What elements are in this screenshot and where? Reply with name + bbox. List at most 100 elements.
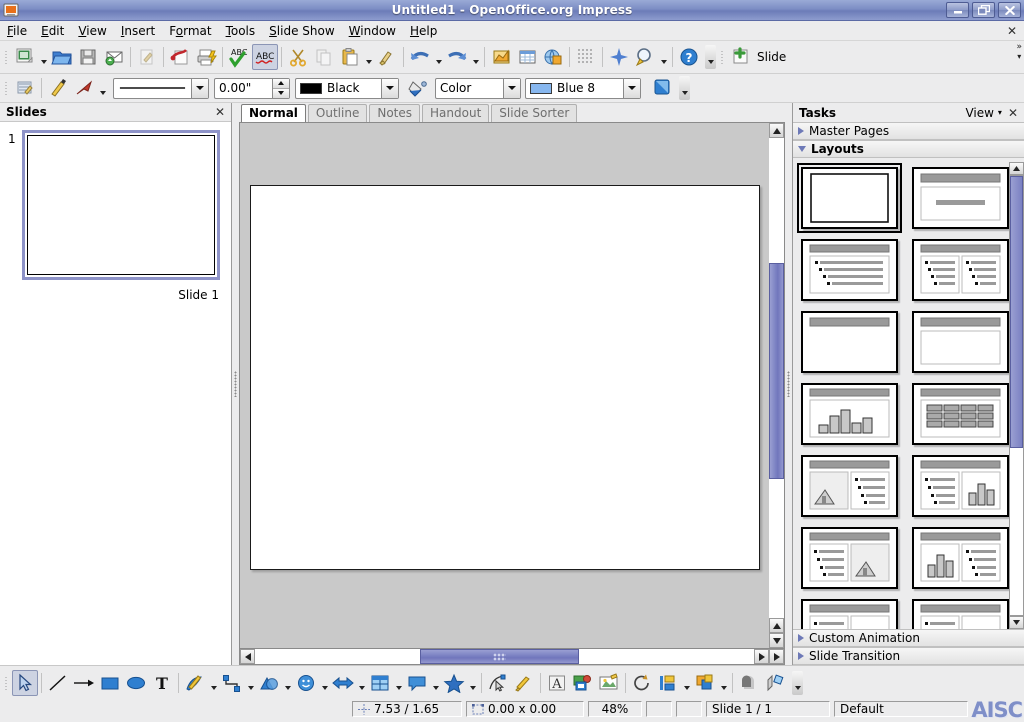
help-circle-icon[interactable]: ? xyxy=(676,44,702,70)
flowchart-icon[interactable] xyxy=(367,670,393,696)
horizontal-scroll-thumb[interactable] xyxy=(419,649,580,664)
pdf-icon[interactable] xyxy=(167,44,193,70)
menu-tools[interactable]: Tools xyxy=(219,22,263,40)
abc-check-icon[interactable]: ABC xyxy=(226,44,252,70)
toolbar-more-icon[interactable] xyxy=(705,45,716,69)
callouts-dropdown-icon[interactable] xyxy=(430,671,441,695)
slide-canvas[interactable] xyxy=(239,122,769,649)
slides-list[interactable]: 1 Slide 1 xyxy=(0,122,231,665)
align-dropdown-icon[interactable] xyxy=(681,671,692,695)
star-icon[interactable] xyxy=(441,670,467,696)
fill-style-dropdown-icon[interactable] xyxy=(503,78,520,98)
layout-title-content-clipart[interactable] xyxy=(801,527,898,589)
redo-dropdown-icon[interactable] xyxy=(470,45,481,69)
text-T-icon[interactable]: T xyxy=(149,670,175,696)
tab-outline[interactable]: Outline xyxy=(307,104,368,122)
line-width-spinner[interactable]: 0.00" xyxy=(214,77,290,99)
basic-shapes-icon[interactable] xyxy=(256,670,282,696)
abc-underline-icon[interactable]: ABC xyxy=(252,44,278,70)
rotate-icon[interactable] xyxy=(629,670,655,696)
ellipse-icon[interactable] xyxy=(123,670,149,696)
flowchart-dropdown-icon[interactable] xyxy=(393,671,404,695)
envelope-icon[interactable] xyxy=(101,44,127,70)
glue-points-icon[interactable] xyxy=(511,670,537,696)
split-view-icon[interactable] xyxy=(769,649,784,664)
scroll-down-icon[interactable] xyxy=(769,633,784,648)
tab-normal[interactable]: Normal xyxy=(241,104,306,122)
stars-dropdown-icon[interactable] xyxy=(467,671,478,695)
printer-icon[interactable] xyxy=(193,44,219,70)
toolbar-grip[interactable] xyxy=(3,77,10,99)
tab-handout[interactable]: Handout xyxy=(422,104,490,122)
layouts-scroll-thumb[interactable] xyxy=(1010,176,1023,449)
chart-icon[interactable] xyxy=(488,44,514,70)
menu-insert[interactable]: Insert xyxy=(114,22,162,40)
fill-color-combo[interactable]: Blue 8 xyxy=(525,77,641,99)
menu-file[interactable]: File xyxy=(0,22,34,40)
edit-points-icon[interactable] xyxy=(485,670,511,696)
slides-panel-splitter[interactable] xyxy=(232,103,239,665)
align-icon[interactable] xyxy=(655,670,681,696)
block-arrows-dropdown-icon[interactable] xyxy=(356,671,367,695)
tasks-panel-splitter[interactable] xyxy=(785,103,792,665)
layouts-scroll-track[interactable] xyxy=(1009,175,1024,616)
toolbar-grip[interactable] xyxy=(3,672,10,694)
newslide-toolbar-grip[interactable] xyxy=(719,46,726,68)
toolbar-overflow-icon[interactable]: » ▾ xyxy=(1016,43,1022,62)
arrow-cursor-icon[interactable] xyxy=(12,669,38,696)
line-color-combo[interactable]: Black xyxy=(295,77,399,99)
line-style-dropdown-icon[interactable] xyxy=(191,78,208,98)
new-slide-label[interactable]: Slide xyxy=(754,50,786,64)
fill-bucket-icon[interactable] xyxy=(405,75,431,101)
tasks-view-dropdown-icon[interactable]: ▾ xyxy=(998,108,1002,117)
tasks-section-master-pages[interactable]: Master Pages xyxy=(793,122,1024,140)
scissors-icon[interactable] xyxy=(285,44,311,70)
spin-up-icon[interactable] xyxy=(273,78,289,89)
tasks-section-slide-transition[interactable]: Slide Transition xyxy=(793,647,1024,665)
menu-window[interactable]: Window xyxy=(342,22,403,40)
vertical-scroll-thumb[interactable] xyxy=(769,262,784,479)
menu-slide-show[interactable]: Slide Show xyxy=(262,22,342,40)
shadow-square-icon[interactable] xyxy=(736,670,762,696)
fill-color-dropdown-icon[interactable] xyxy=(623,78,640,98)
fontwork-A-icon[interactable]: A xyxy=(544,670,570,696)
close-button[interactable] xyxy=(998,2,1021,18)
scroll-left-icon[interactable] xyxy=(240,649,255,664)
position-size-icon[interactable] xyxy=(12,75,38,101)
hyperlink-icon[interactable] xyxy=(540,44,566,70)
layouts-scroll-up-icon[interactable] xyxy=(1009,162,1024,175)
undo-dropdown-icon[interactable] xyxy=(433,45,444,69)
new-document-dropdown-icon[interactable] xyxy=(38,45,49,69)
save-icon[interactable] xyxy=(75,44,101,70)
layout-title-content[interactable] xyxy=(801,239,898,301)
menu-edit[interactable]: Edit xyxy=(34,22,71,40)
table-icon[interactable] xyxy=(514,44,540,70)
shadow-dropdown-icon[interactable] xyxy=(679,76,690,100)
folder-open-icon[interactable] xyxy=(49,44,75,70)
arrow-line-icon[interactable] xyxy=(71,670,97,696)
toolbar-grip[interactable] xyxy=(3,46,10,68)
layout-title-content-chart[interactable] xyxy=(912,455,1009,517)
tasks-section-custom-animation[interactable]: Custom Animation xyxy=(793,629,1024,647)
symbol-shapes-dropdown-icon[interactable] xyxy=(319,671,330,695)
menu-view[interactable]: View xyxy=(71,22,113,40)
zoom-dropdown-icon[interactable] xyxy=(658,45,669,69)
close-document-icon[interactable]: ✕ xyxy=(1007,24,1017,38)
layouts-scrollbar[interactable] xyxy=(1009,158,1024,629)
new-slide-icon[interactable] xyxy=(728,44,754,70)
layout-title-two-content[interactable] xyxy=(912,239,1009,301)
slide-thumbnail[interactable] xyxy=(27,135,215,275)
scroll-page-up-icon[interactable] xyxy=(769,618,784,633)
line-icon[interactable] xyxy=(45,670,71,696)
new-document-icon[interactable] xyxy=(12,44,38,70)
grid-icon[interactable] xyxy=(573,44,599,70)
scroll-right-icon[interactable] xyxy=(754,649,769,664)
sparkle-icon[interactable] xyxy=(606,44,632,70)
tab-slide-sorter[interactable]: Slide Sorter xyxy=(491,104,578,122)
pen-icon[interactable] xyxy=(45,75,71,101)
slide-list-item[interactable]: 1 xyxy=(0,130,231,280)
menu-help[interactable]: Help xyxy=(403,22,444,40)
line-style-combo[interactable] xyxy=(113,77,209,99)
canvas-vertical-scrollbar[interactable] xyxy=(769,122,785,649)
magnifier-icon[interactable] xyxy=(632,44,658,70)
